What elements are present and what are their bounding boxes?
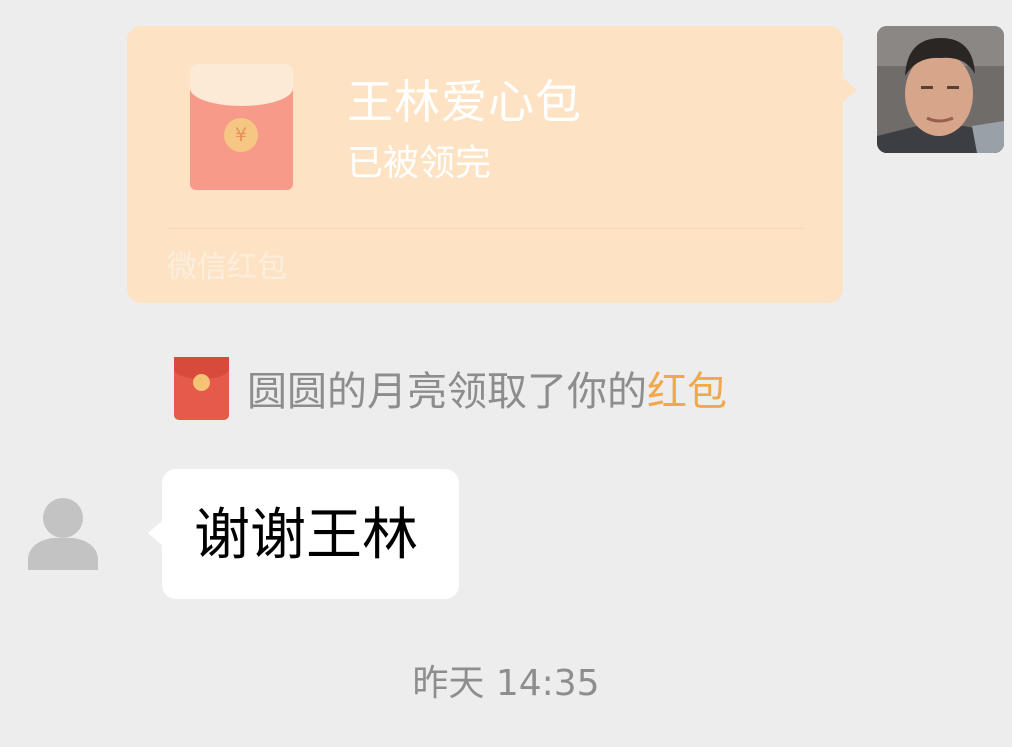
red-packet-message[interactable]: ¥ 王林爱心包 已被领完 微信红包 bbox=[127, 26, 857, 303]
notice-text: 圆圆的月亮领取了你的 bbox=[247, 369, 647, 415]
sender-avatar[interactable] bbox=[877, 26, 1004, 153]
contact-avatar[interactable] bbox=[26, 496, 100, 570]
user-photo-icon bbox=[877, 26, 1004, 153]
notice-red-packet-link[interactable]: 红包 bbox=[647, 359, 727, 417]
yuan-coin-icon: ¥ bbox=[224, 118, 258, 152]
incoming-message[interactable]: 谢谢王林 bbox=[148, 469, 459, 599]
divider bbox=[167, 228, 803, 229]
red-packet-title: 王林爱心包 bbox=[347, 75, 582, 129]
timestamp: 昨天 14:35 bbox=[412, 663, 600, 704]
red-packet-claim-notice: 圆圆的月亮领取了你的 红包 bbox=[174, 356, 727, 420]
red-envelope-icon bbox=[174, 356, 229, 420]
message-text: 谢谢王林 bbox=[194, 503, 418, 568]
red-packet-status: 已被领完 bbox=[347, 143, 492, 184]
chat-area: ¥ 王林爱心包 已被领完 微信红包 圆圆的月亮领取了你的 红包 谢谢王林 昨天 … bbox=[0, 0, 1012, 747]
default-person-avatar-icon bbox=[28, 498, 98, 570]
red-packet-footer: 微信红包 bbox=[167, 250, 287, 285]
red-envelope-icon: ¥ bbox=[190, 64, 293, 190]
